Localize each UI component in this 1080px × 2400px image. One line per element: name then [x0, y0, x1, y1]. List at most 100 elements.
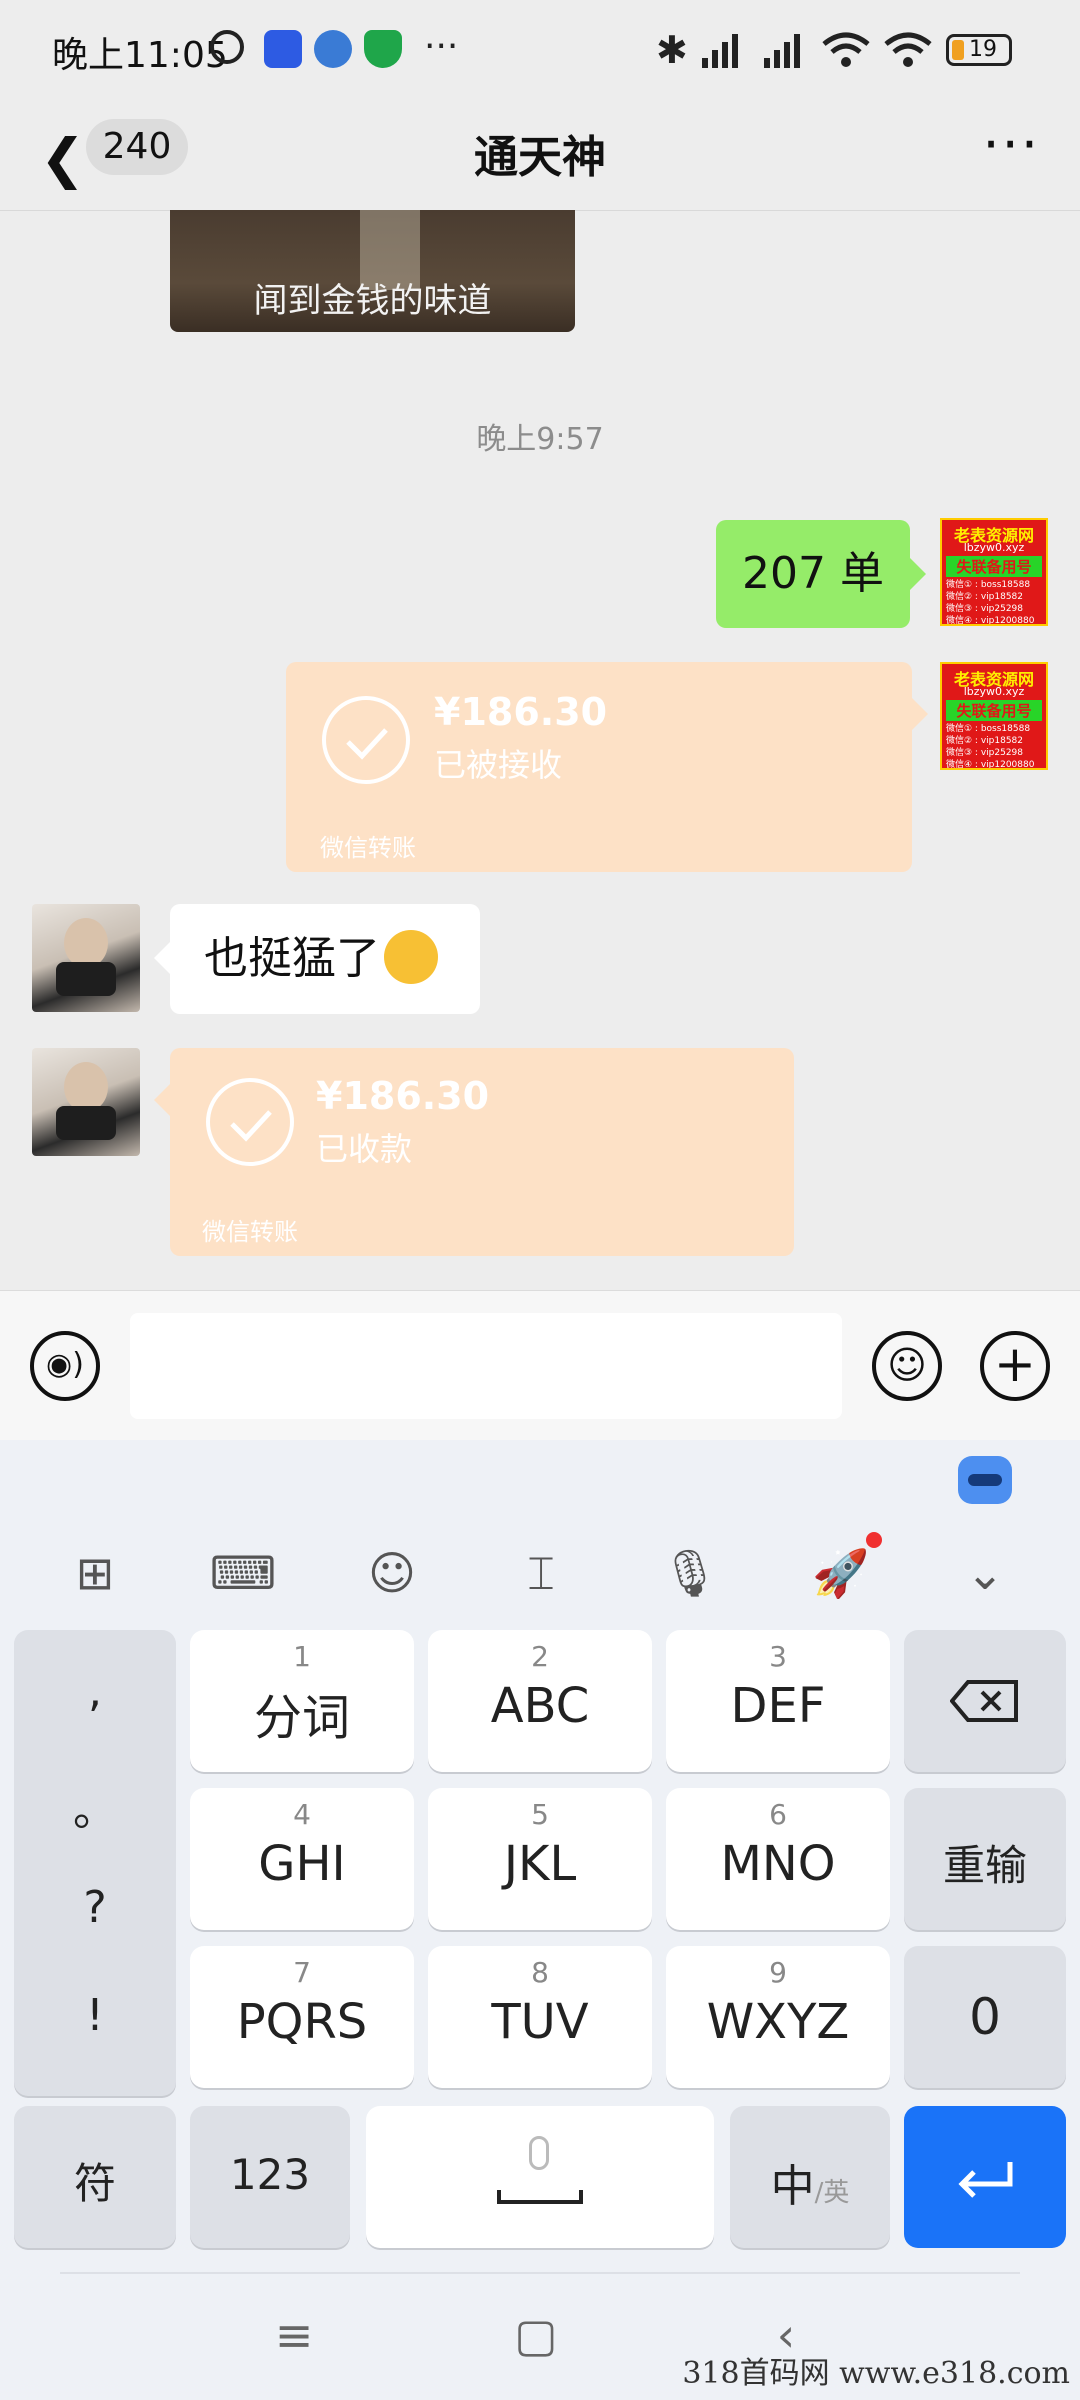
nav-divider: [60, 2272, 1020, 2274]
lang-zh: 中: [770, 2161, 815, 2212]
key-2[interactable]: 2 ABC: [428, 1630, 652, 1772]
key-label: DEF: [730, 1678, 826, 1734]
chevron-down-icon[interactable]: ⌄: [950, 1538, 1020, 1608]
emoji-button-icon[interactable]: ☺: [872, 1331, 942, 1401]
avatar-ad-site: lbzyw0.xyz: [963, 541, 1025, 554]
space-bar-icon: [497, 2190, 583, 2204]
symbols-label: 符: [73, 2159, 116, 2208]
watermark: 318首码网 www.e318.com: [682, 2356, 1070, 2391]
ime-keyboard: ⊞ ⌨ ☺ ⌶ 🎙 🚀 ⌄ , 。 ? ! 1 分词 2 ABC 3 DEF 4…: [0, 1440, 1080, 2400]
symbol-period[interactable]: 。: [14, 1774, 176, 1838]
backspace-key[interactable]: [904, 1630, 1066, 1772]
zero-key[interactable]: 0: [904, 1946, 1066, 2088]
signal-icon: [700, 30, 748, 70]
key-number: 8: [531, 1956, 549, 1989]
battery-icon: 19: [946, 34, 1012, 66]
enter-key[interactable]: [904, 2106, 1066, 2248]
assistant-robot-icon[interactable]: [958, 1456, 1012, 1504]
key-label: ABC: [490, 1678, 590, 1734]
key-number: 2: [531, 1640, 549, 1673]
contact-avatar[interactable]: [32, 904, 140, 1012]
app-notification-icon: [264, 30, 302, 68]
key-label: JKL: [503, 1836, 577, 1892]
lang-switch-key[interactable]: 中/英: [730, 2106, 890, 2248]
microphone-icon[interactable]: 🎙: [655, 1538, 725, 1608]
wifi-icon: [882, 30, 934, 70]
sent-message-bubble[interactable]: 207 单: [716, 520, 926, 628]
menu-icon[interactable]: ≡: [254, 2308, 334, 2362]
voice-input-icon[interactable]: ◉): [30, 1331, 100, 1401]
key-label: WXYZ: [706, 1994, 850, 2050]
keyboard-icon[interactable]: ⌨: [208, 1538, 278, 1608]
transfer-footer: 微信转账: [320, 834, 416, 862]
battery-level: 19: [969, 37, 997, 62]
key-number: 3: [769, 1640, 787, 1673]
more-options-icon[interactable]: ···: [983, 113, 1041, 176]
avatar-camera: [56, 962, 116, 996]
sent-transfer-card[interactable]: ¥186.30 已被接收 微信转账: [286, 662, 912, 872]
avatar-face: [64, 1062, 108, 1112]
received-transfer-card[interactable]: ¥186.30 已收款 微信转账: [170, 1048, 794, 1256]
more-notifications-icon: ···: [424, 26, 459, 67]
symbol-column[interactable]: , 。 ? !: [14, 1630, 176, 2096]
key-3[interactable]: 3 DEF: [666, 1630, 890, 1772]
image-message[interactable]: 闻到金钱的味道: [170, 210, 575, 332]
message-timestamp: 晚上9:57: [476, 422, 604, 457]
check-circle-icon: [206, 1078, 294, 1166]
check-circle-icon: [322, 696, 410, 784]
key-number: 7: [293, 1956, 311, 1989]
key-label: GHI: [258, 1836, 346, 1892]
enter-icon: [958, 2162, 1013, 2198]
key-number: 6: [769, 1798, 787, 1831]
key-number: 1: [293, 1640, 311, 1673]
key-5[interactable]: 5 JKL: [428, 1788, 652, 1930]
avatar-face: [64, 918, 108, 968]
transfer-amount: ¥186.30: [434, 690, 608, 734]
backspace-icon: [950, 1680, 1018, 1722]
contact-avatar[interactable]: [32, 1048, 140, 1156]
key-label: PQRS: [236, 1994, 368, 2050]
grid-icon[interactable]: ⊞: [60, 1538, 130, 1608]
add-more-icon[interactable]: +: [980, 1331, 1050, 1401]
wifi-icon: [820, 30, 872, 70]
symbol-comma[interactable]: ,: [14, 1666, 176, 1717]
home-icon[interactable]: ▢: [496, 2308, 576, 2362]
image-caption: 闻到金钱的味道: [253, 281, 492, 321]
rocket-icon[interactable]: 🚀: [806, 1538, 876, 1608]
transfer-status: 已收款: [316, 1130, 413, 1168]
message-input[interactable]: [130, 1313, 842, 1419]
avatar-ad-line: 微信④ : vip1200880: [946, 760, 1035, 770]
key-number: 5: [531, 1798, 549, 1831]
transfer-status: 已被接收: [434, 746, 563, 784]
bluetooth-icon: ✱: [656, 28, 688, 72]
transfer-amount: ¥186.30: [316, 1074, 490, 1118]
smiley-icon[interactable]: ☺: [357, 1538, 427, 1608]
key-1[interactable]: 1 分词: [190, 1630, 414, 1772]
numbers-label: 123: [229, 2150, 311, 2199]
reinput-key[interactable]: 重输: [904, 1788, 1066, 1930]
symbol-question[interactable]: ?: [14, 1882, 176, 1933]
text-cursor-icon[interactable]: ⌶: [506, 1538, 576, 1608]
numbers-key[interactable]: 123: [190, 2106, 350, 2248]
key-6[interactable]: 6 MNO: [666, 1788, 890, 1930]
key-7[interactable]: 7 PQRS: [190, 1946, 414, 2088]
key-label: TUV: [491, 1994, 589, 2050]
space-key[interactable]: [366, 2106, 714, 2248]
transfer-footer: 微信转账: [202, 1218, 298, 1246]
notification-dot: [866, 1532, 882, 1548]
input-bar: ◉) ☺ +: [0, 1290, 1080, 1441]
lang-en: /英: [814, 2178, 850, 2208]
signal-hd-icon: [758, 30, 810, 70]
key-4[interactable]: 4 GHI: [190, 1788, 414, 1930]
symbol-exclaim[interactable]: !: [14, 1990, 176, 2041]
my-avatar[interactable]: 老表资源网 lbzyw0.xyz 失联备用号 微信① : boss18588 微…: [940, 662, 1048, 770]
status-bar: 晚上11:05 ··· ✱ 19: [0, 0, 1080, 105]
avatar-camera: [56, 1106, 116, 1140]
transfer-tail: [154, 1084, 170, 1116]
key-number: 9: [769, 1956, 787, 1989]
my-avatar[interactable]: 老表资源网 lbzyw0.xyz 失联备用号 微信① : boss18588 微…: [940, 518, 1048, 626]
received-message-bubble[interactable]: 也挺猛了: [154, 904, 480, 1014]
key-9[interactable]: 9 WXYZ: [666, 1946, 890, 2088]
key-8[interactable]: 8 TUV: [428, 1946, 652, 2088]
symbols-key[interactable]: 符: [14, 2106, 176, 2248]
